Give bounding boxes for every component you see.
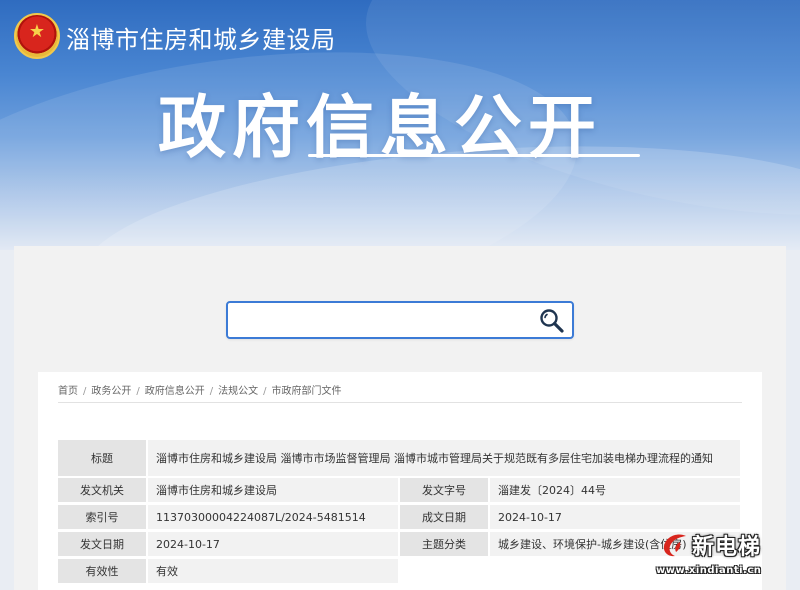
- breadcrumb-separator: /: [136, 386, 140, 397]
- breadcrumb-divider: [58, 402, 742, 403]
- national-emblem-icon: [14, 13, 60, 59]
- validity-label: 有效性: [58, 559, 146, 583]
- breadcrumb-separator: /: [209, 386, 214, 397]
- search-input[interactable]: [236, 309, 536, 331]
- index-value: 11370300004224087L/2024-5481514: [148, 505, 398, 529]
- title-value: 淄博市住房和城乡建设局 淄博市市场监督管理局 淄博市城市管理局关于规范既有多层住…: [148, 440, 740, 476]
- created-date-label: 成文日期: [400, 505, 488, 529]
- docno-label: 发文字号: [400, 478, 488, 502]
- issuer-value: 淄博市住房和城乡建设局: [148, 478, 398, 502]
- watermark-logo-icon: [663, 534, 686, 557]
- index-label: 索引号: [58, 505, 146, 529]
- issued-date-label: 发文日期: [58, 532, 146, 556]
- search-box: [226, 301, 574, 339]
- search-icon[interactable]: [538, 307, 566, 335]
- created-date-value: 2024-10-17: [490, 505, 740, 529]
- breadcrumb-separator: /: [83, 386, 87, 397]
- breadcrumb-separator: /: [263, 386, 267, 397]
- breadcrumb-info-disclosure[interactable]: 政府信息公开: [145, 386, 205, 397]
- breadcrumb-regulations[interactable]: 法规公文: [218, 386, 258, 397]
- breadcrumb-home[interactable]: 首页: [58, 386, 78, 397]
- title-label: 标题: [58, 440, 146, 476]
- issuer-label: 发文机关: [58, 478, 146, 502]
- breadcrumb: 首页 / 政务公开 / 政府信息公开 / 法规公文 / 市政府部门文件: [58, 382, 342, 397]
- title-underline: [308, 154, 640, 157]
- watermark-url: www.xindianti.cn: [656, 565, 762, 576]
- category-label: 主题分类: [400, 532, 488, 556]
- agency-name-link[interactable]: 淄博市住房和城乡建设局: [66, 20, 336, 55]
- watermark-name: 新电梯: [692, 535, 762, 560]
- issued-date-value: 2024-10-17: [148, 532, 398, 556]
- breadcrumb-gov-affairs[interactable]: 政务公开: [91, 386, 131, 397]
- validity-value: 有效: [148, 559, 398, 583]
- docno-value: 淄建发〔2024〕44号: [490, 478, 740, 502]
- breadcrumb-dept-documents[interactable]: 市政府部门文件: [272, 386, 342, 397]
- header-banner: 淄博市住房和城乡建设局 政府信息公开: [0, 0, 800, 250]
